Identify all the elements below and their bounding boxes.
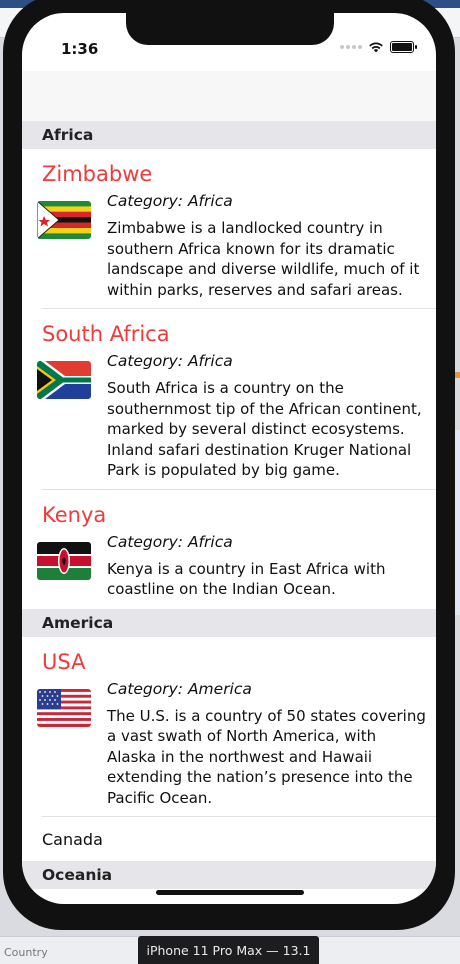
- home-indicator[interactable]: [156, 890, 304, 895]
- list-item-canada[interactable]: Canada: [22, 817, 436, 861]
- wifi-icon: [368, 41, 384, 53]
- section-header-america: America: [22, 608, 436, 637]
- device-screen: 1:36 Africa Zimbabwe Category: Africa Zi…: [22, 13, 436, 904]
- list-item[interactable]: South Africa Category: Africa South Afri…: [22, 309, 436, 490]
- country-category: Category: Africa: [107, 192, 233, 210]
- bottom-left-label: Country: [4, 946, 48, 959]
- country-title: South Africa: [42, 322, 170, 346]
- list-item[interactable]: Zimbabwe Category: Africa Zimbabwe is a …: [22, 149, 436, 309]
- south-africa-flag-icon: [37, 361, 91, 399]
- country-title: Zimbabwe: [42, 162, 153, 186]
- iphone-device-frame: 1:36 Africa Zimbabwe Category: Africa Zi…: [3, 0, 455, 930]
- status-icons: [340, 41, 417, 53]
- country-description: The U.S. is a country of 50 states cover…: [107, 706, 426, 807]
- usa-flag-icon: [37, 688, 91, 727]
- section-header-oceania: Oceania: [22, 861, 436, 889]
- country-list[interactable]: Africa Zimbabwe Category: Africa Zimbabw…: [22, 121, 436, 889]
- country-category: Category: Africa: [107, 352, 233, 370]
- kenya-flag-icon: [37, 541, 91, 580]
- battery-icon: [390, 41, 417, 53]
- country-title: Kenya: [42, 502, 107, 527]
- list-item[interactable]: USA Category: America The U.S. is a coun…: [22, 637, 436, 818]
- section-header-africa: Africa: [22, 121, 436, 149]
- country-description: Zimbabwe is a landlocked country in sout…: [107, 219, 420, 299]
- zimbabwe-flag-icon: [37, 201, 91, 239]
- signal-icon: [340, 45, 362, 49]
- navigation-bar: [22, 71, 436, 121]
- notch: [126, 13, 334, 45]
- country-description: South Africa is a country on the souther…: [107, 379, 422, 479]
- country-category: Category: America: [107, 679, 252, 698]
- list-item[interactable]: Kenya Category: Africa Kenya is a countr…: [22, 490, 436, 609]
- status-time: 1:36: [61, 40, 99, 58]
- country-description: Kenya is a country in East Africa with c…: [107, 559, 386, 599]
- device-label: iPhone 11 Pro Max — 13.1: [138, 936, 319, 964]
- country-category: Category: Africa: [107, 532, 233, 551]
- country-title: USA: [42, 649, 86, 674]
